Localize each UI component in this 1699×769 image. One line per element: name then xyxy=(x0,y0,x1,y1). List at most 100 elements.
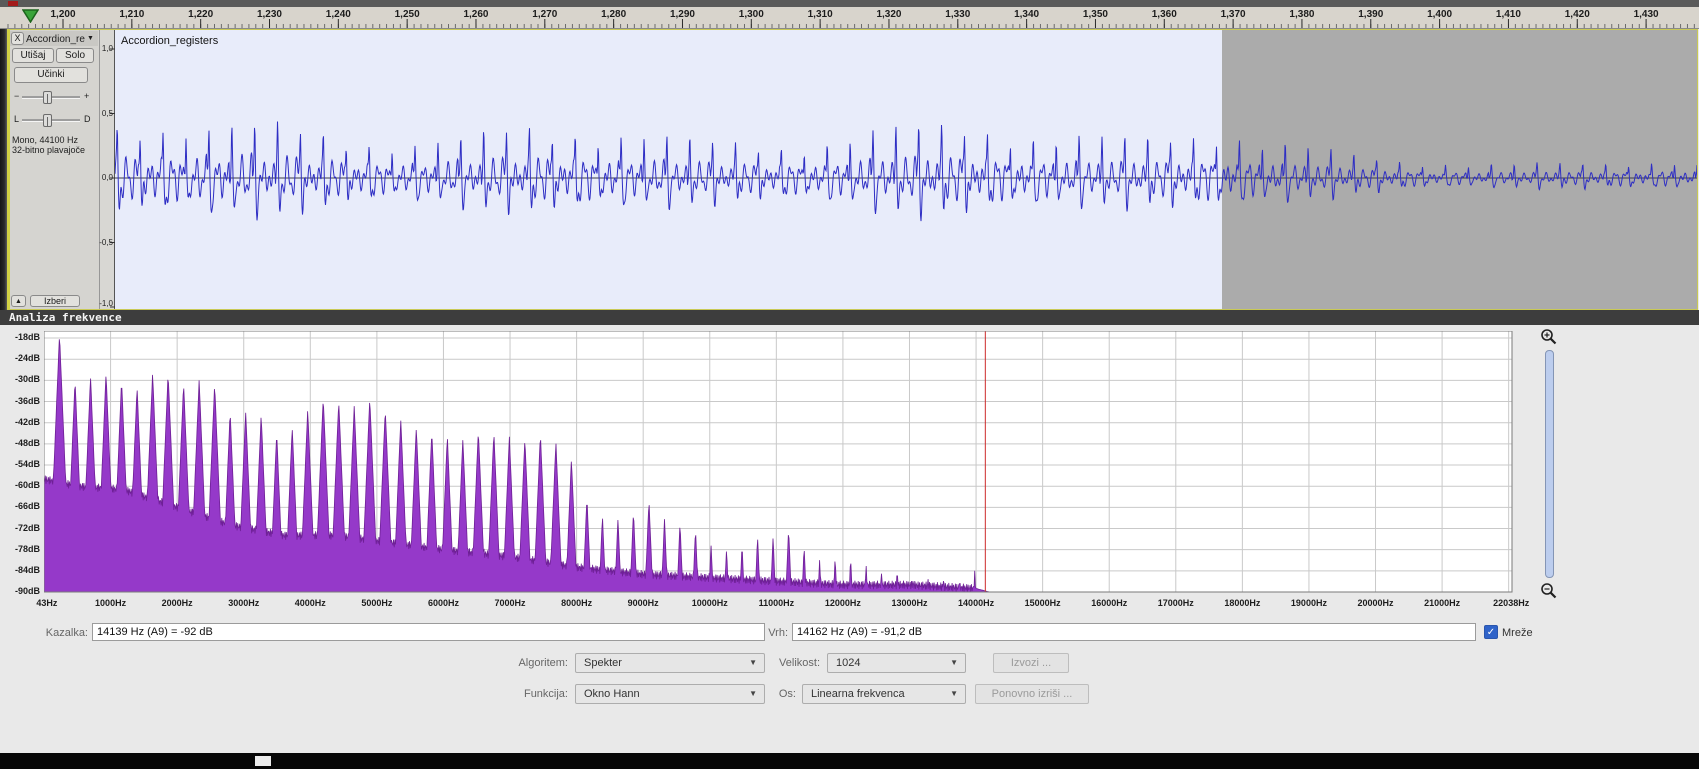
hz-axis-label: 15000Hz xyxy=(1011,598,1075,608)
pinned-playhead-icon[interactable] xyxy=(22,9,39,23)
hz-axis-label: 22038Hz xyxy=(1479,598,1543,608)
waveform-svg xyxy=(115,29,1697,310)
track-name[interactable]: Accordion_re xyxy=(26,34,85,45)
timeline-tick-label: 1,270 xyxy=(521,9,569,20)
db-axis-label: -30dB xyxy=(0,374,40,384)
function-value: Okno Hann xyxy=(584,688,640,700)
db-axis-label: -84dB xyxy=(0,565,40,575)
timeline-tick-label: 1,300 xyxy=(727,9,775,20)
window-top-edge xyxy=(0,0,1699,7)
vruler-ticks xyxy=(100,29,115,310)
track-control-panel: X Accordion_re ▼ Utišaj Solo Učinki − + … xyxy=(8,29,100,310)
select-track-button[interactable]: Izberi xyxy=(30,295,80,307)
hz-axis-label: 14000Hz xyxy=(944,598,1008,608)
timeline-tick-label: 1,230 xyxy=(245,9,293,20)
timeline-tick-label: 1,260 xyxy=(452,9,500,20)
collapse-icon: ▲ xyxy=(15,298,22,305)
hz-axis-label: 4000Hz xyxy=(278,598,342,608)
timeline-tick-label: 1,200 xyxy=(39,9,87,20)
timeline-tick-label: 1,420 xyxy=(1553,9,1601,20)
hz-axis-label: 6000Hz xyxy=(411,598,475,608)
zoom-out-icon[interactable] xyxy=(1540,582,1558,600)
hz-axis-label: 21000Hz xyxy=(1410,598,1474,608)
axis-dropdown[interactable]: Linearna frekvenca ▼ xyxy=(802,684,966,704)
size-dropdown[interactable]: 1024 ▼ xyxy=(827,653,966,673)
db-axis-label: -72dB xyxy=(0,523,40,533)
gain-slider-thumb[interactable] xyxy=(43,91,52,104)
vruler-label: -1,0 xyxy=(91,299,113,308)
close-icon: X xyxy=(14,33,20,43)
db-axis-label: -24dB xyxy=(0,353,40,363)
timeline-tick-label: 1,390 xyxy=(1347,9,1395,20)
timeline-tick-label: 1,330 xyxy=(934,9,982,20)
vertical-ruler[interactable]: 1,00,50,0-0,5-1,0 xyxy=(100,29,115,310)
algorithm-value: Spekter xyxy=(584,657,622,669)
grids-label[interactable]: Mreže xyxy=(1502,627,1533,639)
freq-pan-slider[interactable] xyxy=(1545,350,1554,578)
audacity-window: 1,2001,2101,2201,2301,2401,2501,2601,270… xyxy=(0,0,1699,769)
hz-axis-label: 10000Hz xyxy=(678,598,742,608)
chevron-down-icon: ▼ xyxy=(950,690,958,698)
effects-button[interactable]: Učinki xyxy=(14,67,88,83)
hz-axis-label: 11000Hz xyxy=(744,598,808,608)
hz-axis-label: 7000Hz xyxy=(478,598,542,608)
pan-right-label: D xyxy=(84,114,91,124)
close-track-button[interactable]: X xyxy=(11,32,24,45)
pan-left-label: L xyxy=(14,114,19,124)
track-format-line2: 32-bitno plavajoče xyxy=(12,145,85,155)
taskbar-item[interactable] xyxy=(255,756,271,766)
algorithm-dropdown[interactable]: Spekter ▼ xyxy=(575,653,765,673)
timeline-tick-label: 1,340 xyxy=(1003,9,1051,20)
timeline-tick-label: 1,290 xyxy=(658,9,706,20)
gain-plus-label: + xyxy=(84,91,89,101)
window-left-edge xyxy=(0,29,8,310)
pan-slider-thumb[interactable] xyxy=(43,114,52,127)
timeline-tick-label: 1,350 xyxy=(1071,9,1119,20)
db-axis-label: -78dB xyxy=(0,544,40,554)
hz-axis-label: 12000Hz xyxy=(811,598,875,608)
function-label: Funkcija: xyxy=(500,688,568,700)
zoom-in-icon[interactable] xyxy=(1540,328,1558,346)
timeline-tick-label: 1,370 xyxy=(1209,9,1257,20)
timeline-ruler[interactable]: 1,2001,2101,2201,2301,2401,2501,2601,270… xyxy=(0,7,1699,29)
collapse-track-button[interactable]: ▲ xyxy=(11,295,26,307)
timeline-tick-label: 1,250 xyxy=(383,9,431,20)
vruler-label: 1,0 xyxy=(91,44,113,53)
track-format-line1: Mono, 44100 Hz xyxy=(12,135,78,145)
timeline-tick-label: 1,360 xyxy=(1140,9,1188,20)
check-icon: ✓ xyxy=(1487,627,1495,638)
waveform-area[interactable]: Accordion_registers xyxy=(115,29,1697,310)
hz-axis-label: 8000Hz xyxy=(545,598,609,608)
spectrum-plot[interactable] xyxy=(44,331,1514,594)
hz-axis-label: 20000Hz xyxy=(1344,598,1408,608)
freq-window-titlebar[interactable]: Analiza frekvence xyxy=(0,310,1699,325)
solo-button[interactable]: Solo xyxy=(56,48,94,63)
hz-axis-label: 13000Hz xyxy=(877,598,941,608)
db-axis-label: -54dB xyxy=(0,459,40,469)
cursor-readout-field[interactable] xyxy=(92,623,765,641)
timeline-tick-label: 1,320 xyxy=(865,9,913,20)
hz-axis-label: 9000Hz xyxy=(611,598,675,608)
track-menu-arrow-icon[interactable]: ▼ xyxy=(87,35,94,42)
mute-button[interactable]: Utišaj xyxy=(12,48,54,63)
timeline-tick-label: 1,430 xyxy=(1622,9,1670,20)
grids-checkbox[interactable]: ✓ xyxy=(1484,625,1498,639)
db-axis-label: -90dB xyxy=(0,586,40,596)
axis-value: Linearna frekvenca xyxy=(811,688,905,700)
replot-button[interactable]: Ponovno izriši ... xyxy=(975,684,1089,704)
hz-axis-label: 1000Hz xyxy=(79,598,143,608)
record-mark xyxy=(8,1,18,6)
function-dropdown[interactable]: Okno Hann ▼ xyxy=(575,684,765,704)
chevron-down-icon: ▼ xyxy=(749,659,757,667)
timeline-tick-label: 1,400 xyxy=(1416,9,1464,20)
hz-axis-label: 19000Hz xyxy=(1277,598,1341,608)
peak-readout-field[interactable] xyxy=(792,623,1476,641)
hz-axis-label: 16000Hz xyxy=(1077,598,1141,608)
timeline-tick-label: 1,310 xyxy=(796,9,844,20)
export-button[interactable]: Izvozi ... xyxy=(993,653,1069,673)
timeline-tick-label: 1,220 xyxy=(177,9,225,20)
vruler-label: -0,5 xyxy=(91,238,113,247)
hz-axis-label: 18000Hz xyxy=(1210,598,1274,608)
timeline-tick-label: 1,280 xyxy=(590,9,638,20)
timeline-tick-label: 1,380 xyxy=(1278,9,1326,20)
